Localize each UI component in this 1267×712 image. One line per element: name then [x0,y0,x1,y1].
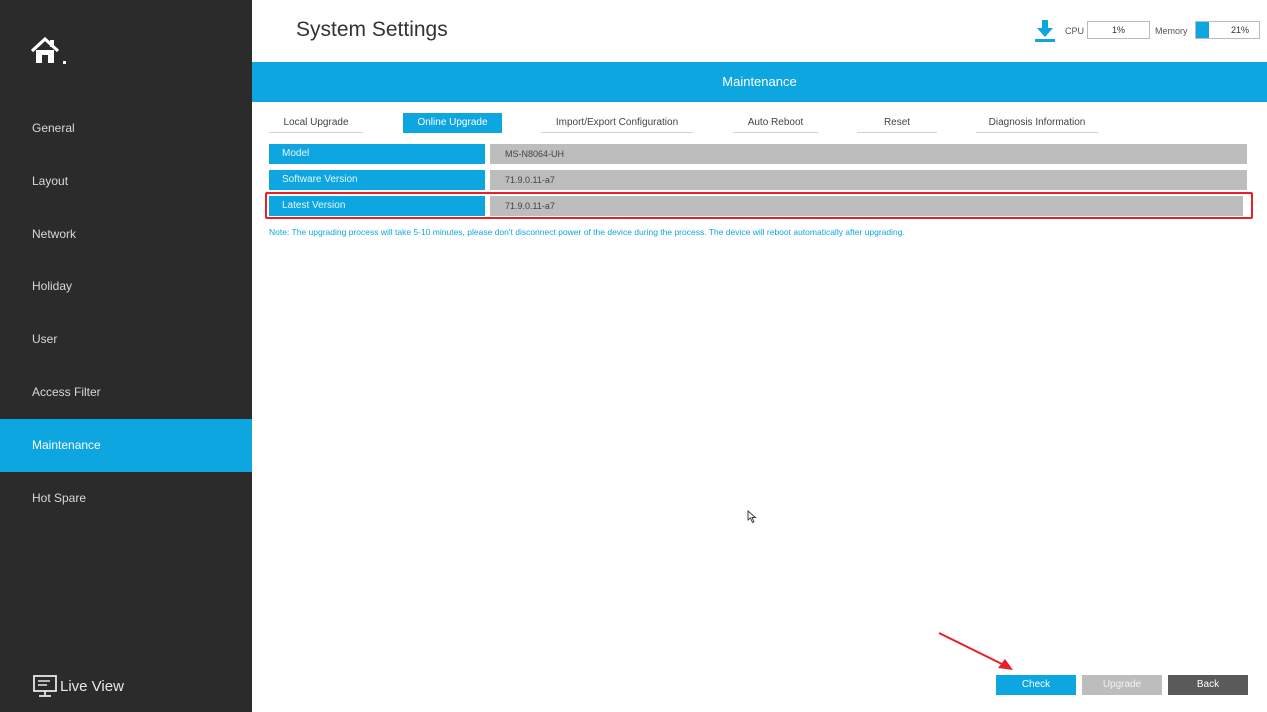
model-value: MS-N8064-UH [490,144,1247,164]
tab-import-export-configuration[interactable]: Import/Export Configuration [541,113,693,133]
check-button[interactable]: Check [996,675,1076,695]
tab-online-upgrade[interactable]: Online Upgrade [403,113,502,133]
sidebar-item-layout[interactable]: Layout [0,155,252,208]
memory-usage-value: 21% [1230,25,1249,35]
sidebar-nav: General Layout Network Holiday User Acce… [0,102,252,524]
tab-diagnosis-information[interactable]: Diagnosis Information [976,113,1098,133]
tab-local-upgrade[interactable]: Local Upgrade [269,113,363,133]
sidebar-item-user[interactable]: User [0,313,252,366]
upgrade-note: Note: The upgrading process will take 5-… [269,227,905,237]
tab-auto-reboot[interactable]: Auto Reboot [733,113,818,133]
upgrade-button[interactable]: Upgrade [1082,675,1162,695]
sidebar-item-holiday[interactable]: Holiday [0,260,252,313]
software-version-label: Software Version [269,170,485,190]
sidebar-item-hot-spare[interactable]: Hot Spare [0,472,252,525]
annotation-arrow-icon [938,632,1013,670]
sidebar: General Layout Network Holiday User Acce… [0,0,252,712]
memory-usage: 21% [1195,21,1260,39]
live-view-button[interactable]: Live View [32,674,124,698]
sidebar-item-maintenance[interactable]: Maintenance [0,418,252,472]
live-view-label: Live View [60,677,124,695]
monitor-icon [33,675,57,697]
section-banner: Maintenance [252,62,1267,102]
memory-label: Memory [1155,26,1188,36]
software-version-value: 71.9.0.11-a7 [490,170,1247,190]
download-icon[interactable] [1034,19,1056,43]
tab-reset[interactable]: Reset [857,113,937,133]
page-title: System Settings [296,18,448,41]
home-icon[interactable] [30,36,74,66]
sidebar-item-access-filter[interactable]: Access Filter [0,366,252,419]
mouse-cursor-icon [747,510,757,524]
sidebar-item-general[interactable]: General [0,102,252,155]
cpu-usage: 1% [1087,21,1150,39]
cpu-label: CPU [1065,26,1085,36]
latest-version-highlight-box [265,192,1253,219]
sidebar-item-network[interactable]: Network [0,208,252,261]
back-button[interactable]: Back [1168,675,1248,695]
model-label: Model [269,144,485,164]
